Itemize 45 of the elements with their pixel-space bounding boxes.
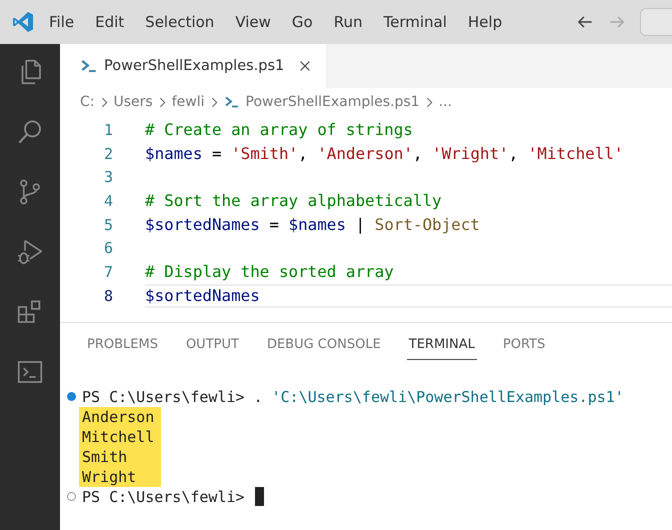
chevron-icon [158, 96, 166, 108]
command-status-dot[interactable] [67, 492, 76, 501]
panel-tab[interactable]: TERMINAL [406, 336, 477, 360]
line-number: 1 [102, 120, 114, 139]
line-number: 8 [102, 286, 114, 305]
code-line: $sortedNames = $names | Sort-Object [145, 215, 480, 234]
line-number: 5 [102, 216, 114, 234]
play-bug-icon[interactable] [15, 237, 45, 267]
terminal-command-line: PS C:\Users\fewli> [82, 488, 246, 506]
chevron-icon [100, 96, 108, 108]
menu-item[interactable]: Edit [95, 13, 124, 31]
powershell-icon [224, 94, 240, 110]
menu-item[interactable]: Go [292, 13, 313, 31]
line-number: 2 [102, 144, 114, 163]
terminal-command-line: PS C:\Users\fewli> . 'C:\Users\fewli\PowerShellExamples.ps1' [82, 388, 624, 406]
line-number: 6 [102, 239, 114, 258]
menu-item[interactable]: File [49, 13, 74, 31]
menu-item[interactable]: Run [334, 13, 362, 31]
breadcrumb-item[interactable]: fewli [172, 94, 204, 110]
close-icon[interactable] [298, 59, 312, 73]
line-number: 4 [102, 192, 114, 210]
code-line: $sortedNames [145, 286, 260, 306]
panel-tab[interactable]: OUTPUT [184, 336, 241, 358]
breadcrumb-item[interactable]: Users [114, 94, 153, 110]
code-line: # Sort the array alphabetically [145, 191, 442, 210]
panel-tab[interactable]: DEBUG CONSOLE [264, 336, 383, 358]
menu-item[interactable]: Terminal [384, 13, 447, 31]
menu-item[interactable]: Help [468, 13, 502, 31]
code-line: # Display the sorted array [145, 262, 394, 282]
breadcrumb-item[interactable]: C: [80, 94, 94, 110]
breadcrumb-item[interactable]: ... [438, 94, 452, 110]
breadcrumb-item[interactable]: PowerShellExamples.ps1 [246, 94, 420, 110]
panel-tab[interactable]: PORTS [500, 336, 548, 358]
code-line: $names = 'Smith', 'Anderson', 'Wright', 'Mitchell' [145, 144, 624, 164]
editor-tab[interactable]: PowerShellExamples.ps1 [60, 44, 326, 88]
code-line: # Create an array of strings [145, 120, 413, 140]
chevron-icon [426, 96, 433, 108]
line-number: 7 [102, 262, 114, 281]
menu-item[interactable]: Selection [145, 13, 214, 31]
code-editor-logo-icon [11, 10, 35, 34]
command-status-dot[interactable] [67, 392, 76, 401]
menu-item[interactable]: View [235, 13, 271, 31]
line-number: 3 [102, 168, 114, 186]
chevron-icon [210, 96, 218, 108]
panel-tab[interactable]: PROBLEMS [85, 336, 160, 358]
